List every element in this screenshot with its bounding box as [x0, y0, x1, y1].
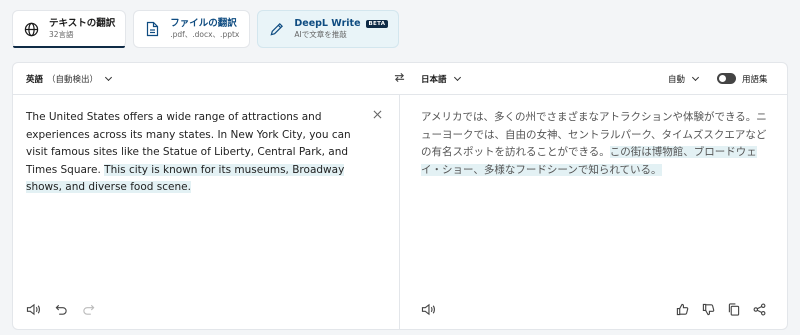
copy-icon[interactable] — [728, 303, 740, 316]
language-bar: 英語 （自動検出） 日本語 自動 用語集 — [13, 63, 787, 95]
tab-text-translation[interactable]: テキストの翻訳 32言語 — [12, 10, 127, 48]
chevron-down-icon — [691, 73, 700, 82]
glossary-toggle[interactable] — [717, 73, 736, 84]
pen-icon — [267, 20, 285, 38]
tab-title: テキストの翻訳 — [49, 18, 116, 30]
target-actions — [676, 303, 766, 316]
thumbs-down-icon[interactable] — [702, 303, 715, 316]
undo-icon[interactable] — [55, 303, 68, 316]
document-icon — [143, 20, 161, 38]
redo-icon[interactable] — [82, 303, 95, 316]
target-language-select[interactable]: 日本語 — [421, 73, 461, 85]
beta-badge: BETA — [365, 20, 389, 29]
source-actions — [26, 303, 95, 316]
tab-deepl-write[interactable]: DeepL Write BETA AIで文章を推敲 — [257, 10, 400, 48]
formality-label: 自動 — [668, 75, 686, 85]
tab-title: ファイルの翻訳 — [170, 18, 237, 30]
speaker-icon[interactable] — [421, 303, 436, 316]
speaker-icon[interactable] — [26, 303, 41, 316]
tab-subtitle: AIで文章を推敲 — [294, 30, 347, 40]
swap-languages-icon[interactable] — [394, 72, 405, 86]
mode-tabs: テキストの翻訳 32言語 ファイルの翻訳 .pdf、.docx、.pptx De… — [12, 10, 400, 48]
tab-title: DeepL Write — [294, 18, 361, 30]
detect-label: （自動検出） — [47, 75, 99, 85]
chevron-down-icon — [453, 73, 461, 82]
tab-subtitle: 32言語 — [49, 30, 74, 40]
source-language-select[interactable]: 英語 （自動検出） — [26, 73, 113, 85]
source-language: 英語 — [26, 75, 44, 85]
globe-icon — [22, 20, 40, 38]
target-speaker — [421, 303, 436, 316]
target-text-output[interactable]: アメリカでは、多くの州でさまざまなアトラクションや体験ができる。ニューヨークでは… — [421, 109, 776, 179]
chevron-down-icon — [104, 73, 113, 82]
translator-panel: 英語 （自動検出） 日本語 自動 用語集 The United States o… — [12, 62, 788, 330]
formality-select[interactable]: 自動 — [668, 73, 700, 85]
share-icon[interactable] — [753, 303, 766, 316]
target-language: 日本語 — [421, 75, 447, 85]
tab-subtitle: .pdf、.docx、.pptx — [170, 30, 240, 40]
source-text-input[interactable]: The United States offers a wide range of… — [26, 109, 361, 197]
glossary-label: 用語集 — [742, 75, 768, 85]
clear-text-icon[interactable] — [373, 108, 382, 122]
panel-divider — [399, 95, 400, 329]
tab-file-translation[interactable]: ファイルの翻訳 .pdf、.docx、.pptx — [133, 10, 251, 48]
thumbs-up-icon[interactable] — [676, 303, 689, 316]
